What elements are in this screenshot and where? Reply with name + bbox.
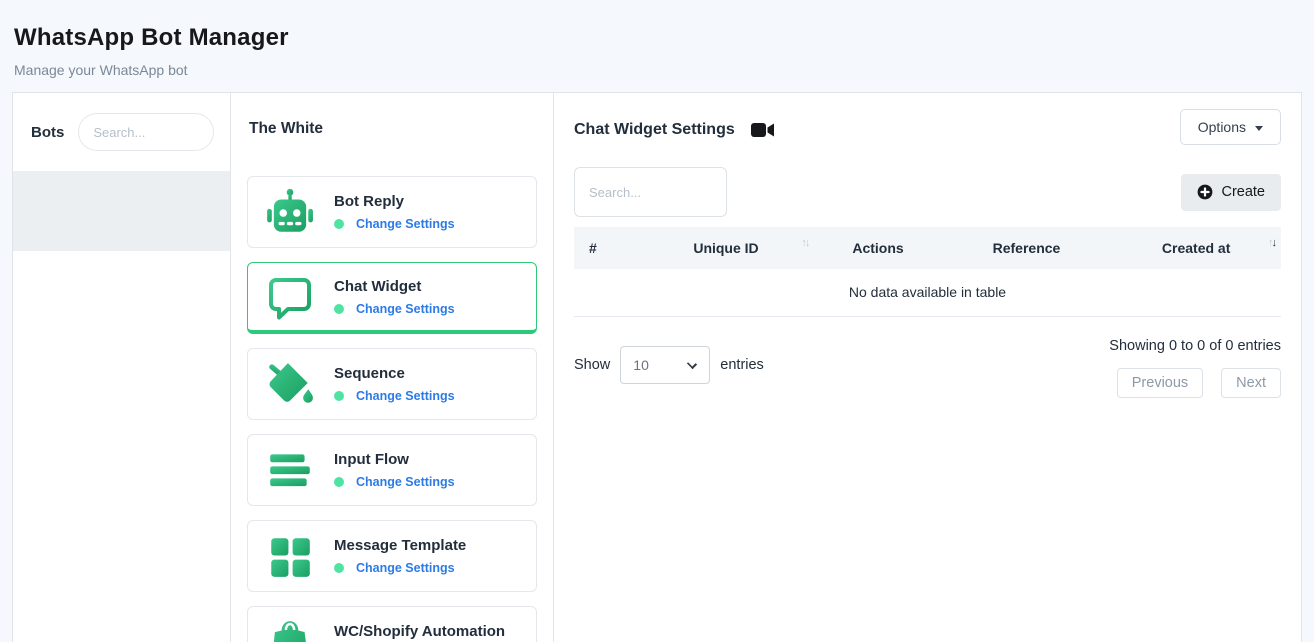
widgets-table: # Unique ID ↑↓ Actions Reference Create [574,227,1281,317]
empty-message: No data available in table [574,269,1281,317]
module-label: Message Template [334,537,466,554]
module-card-bot-reply[interactable]: Bot Reply Change Settings [247,176,537,248]
module-card-sequence[interactable]: Sequence Change Settings [247,348,537,420]
module-card-body: Bot Reply Change Settings [334,193,455,231]
column-header-reference[interactable]: Reference [942,227,1112,269]
entries-summary: Showing 0 to 0 of 0 entries [1109,338,1281,354]
table-toolbar: Create [574,167,1281,217]
bots-label: Bots [31,124,64,141]
settings-header: Chat Widget Settings Options [574,109,1281,145]
module-card-body: Message Template Change Settings [334,537,466,575]
column-header-unique-id[interactable]: Unique ID ↑↓ [638,227,815,269]
sort-icon: ↑↓ [1268,237,1275,249]
bot-list-item-selected[interactable] [13,171,230,251]
module-card-body: WC/Shopify Automation Change Settings [334,623,505,642]
module-card-body: Chat Widget Change Settings [334,278,455,316]
options-button-label: Options [1198,119,1246,135]
robot-icon [264,186,316,238]
table-search-input[interactable] [574,167,727,217]
module-card-body: Input Flow Change Settings [334,451,455,489]
modules-column: The White [231,93,554,642]
bots-header: Bots [13,93,230,171]
status-dot [334,563,344,573]
next-page-button[interactable]: Next [1221,368,1281,398]
pager: Previous Next [1117,368,1281,398]
module-label: Sequence [334,365,455,382]
table-header-row: # Unique ID ↑↓ Actions Reference Create [574,227,1281,269]
bot-name: The White [249,120,537,138]
create-button[interactable]: Create [1181,174,1281,211]
bots-search-input[interactable] [78,113,214,151]
module-card-message-template[interactable]: Message Template Change Settings [247,520,537,592]
bars-icon [264,444,316,496]
module-card-chat-widget[interactable]: Chat Widget Change Settings [247,262,537,334]
pagination-area: Showing 0 to 0 of 0 entries Previous Nex… [1109,332,1281,398]
grid-icon [264,530,316,582]
module-label: Input Flow [334,451,455,468]
page-header: WhatsApp Bot Manager Manage your WhatsAp… [0,0,1314,78]
bots-column: Bots [13,93,231,642]
column-header-index: # [574,227,638,269]
page-size-value: 10 [633,357,649,373]
create-button-label: Create [1221,184,1265,200]
column-header-actions[interactable]: Actions [814,227,941,269]
page-size-select[interactable]: 10 [620,346,710,384]
video-camera-icon [751,122,775,138]
module-cards: Bot Reply Change Settings [247,176,537,642]
module-card-body: Sequence Change Settings [334,365,455,403]
change-settings-link[interactable]: Change Settings [356,475,455,489]
shopify-bag-icon [264,616,316,642]
module-label: Bot Reply [334,193,455,210]
options-button[interactable]: Options [1180,109,1281,145]
module-label: WC/Shopify Automation [334,623,505,640]
show-label: Show [574,357,610,373]
status-dot [334,304,344,314]
change-settings-link[interactable]: Change Settings [356,217,455,231]
settings-column: Chat Widget Settings Options [554,93,1301,642]
plus-circle-icon [1197,184,1213,200]
status-dot [334,391,344,401]
status-dot [334,477,344,487]
chat-bubble-icon [264,271,316,323]
main-panel: Bots The White [12,92,1302,642]
settings-title: Chat Widget Settings [574,121,735,139]
module-label: Chat Widget [334,278,455,295]
paint-bucket-icon [264,358,316,410]
module-card-input-flow[interactable]: Input Flow Change Settings [247,434,537,506]
caret-down-icon [1255,126,1263,131]
module-card-wc-shopify-automation[interactable]: WC/Shopify Automation Change Settings [247,606,537,642]
change-settings-link[interactable]: Change Settings [356,302,455,316]
sort-icon: ↑↓ [801,237,808,249]
column-header-created-at[interactable]: Created at ↑↓ [1111,227,1281,269]
change-settings-link[interactable]: Change Settings [356,561,455,575]
table-empty-row: No data available in table [574,269,1281,317]
page-size-group: Show 10 entries [574,332,764,398]
entries-label: entries [720,357,764,373]
change-settings-link[interactable]: Change Settings [356,389,455,403]
page-title: WhatsApp Bot Manager [14,24,1300,52]
chevron-down-icon [687,359,697,369]
previous-page-button[interactable]: Previous [1117,368,1203,398]
status-dot [334,219,344,229]
whatsapp-bot-manager-app: WhatsApp Bot Manager Manage your WhatsAp… [0,0,1314,642]
page-subtitle: Manage your WhatsApp bot [14,62,1300,78]
table-footer: Show 10 entries Showing 0 to 0 of 0 entr… [574,332,1281,398]
